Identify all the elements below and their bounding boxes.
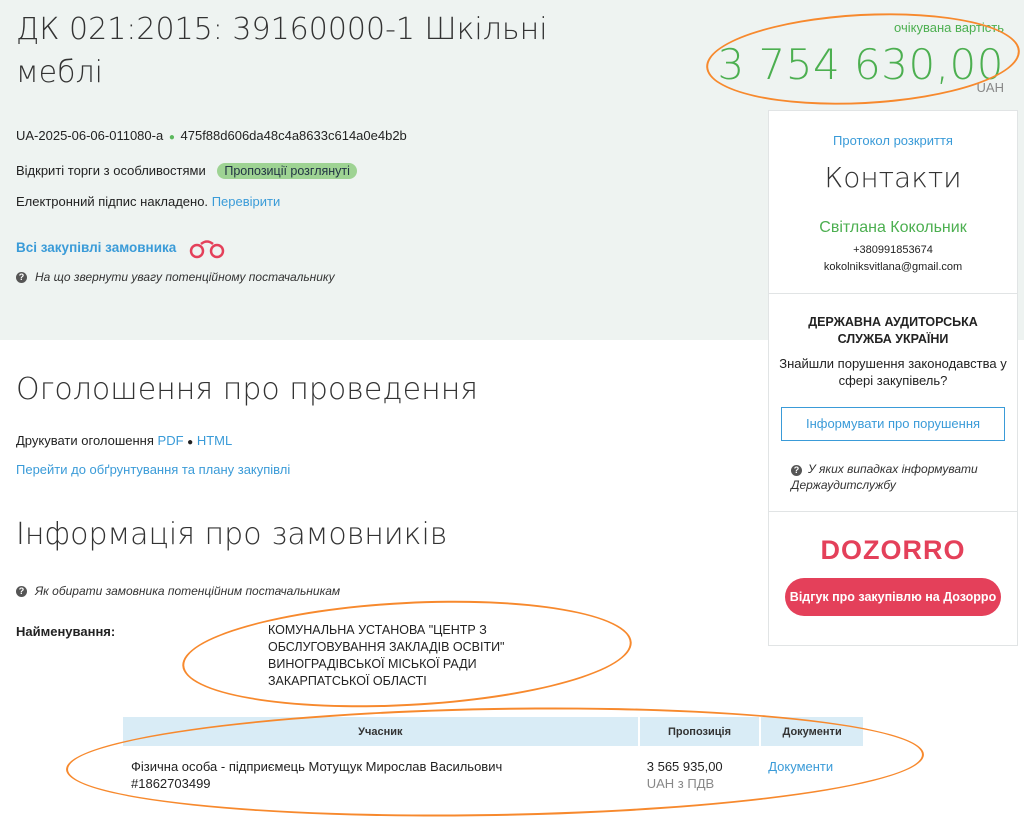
status-badge: Пропозиції розглянуті — [217, 163, 357, 179]
page-title: ДК 021:2015: 39160000-1 Шкільні меблі — [16, 12, 548, 90]
customers-title: Інформація про замовників — [16, 517, 448, 552]
expected-value-label: очікувана вартість — [894, 20, 1004, 35]
print-label: Друкувати оголошення — [16, 433, 154, 448]
question-icon: ? — [16, 272, 27, 283]
print-html-link[interactable]: HTML — [197, 433, 232, 448]
report-violation-button[interactable]: Інформувати про порушення — [781, 407, 1005, 441]
supplier-hint-text: На що звернути увагу потенційному постач… — [35, 270, 335, 284]
bid-amount: 3 565 935,00 — [646, 759, 723, 774]
protocol-link-wrap: Протокол розкриття — [769, 133, 1017, 148]
amount-cell: 3 565 935,00 UAH з ПДВ — [639, 746, 760, 792]
all-purchases-row: Всі закупівлі замовника — [16, 240, 176, 255]
dasu-question: Знайшли порушення законодавства у сфері … — [769, 355, 1017, 389]
contact-email: kokolniksvitlana@gmail.com — [823, 261, 963, 273]
tender-id: UA-2025-06-06-011080-a — [16, 128, 164, 143]
column-header: Документи — [760, 717, 863, 746]
table-row: Фізична особа - підприємець Мотущук Миро… — [123, 746, 863, 792]
tender-id-row: UA-2025-06-06-011080-a ● 475f88d606da48c… — [16, 128, 407, 143]
dot-icon: ● — [168, 132, 175, 143]
plan-link[interactable]: Перейти до обґрунтування та плану закупі… — [16, 462, 290, 477]
divider — [769, 293, 1017, 294]
bid-vat: UAH з ПДВ — [646, 776, 715, 791]
report-hint[interactable]: ? У яких випадках інформувати Держаудитсл… — [791, 461, 1001, 493]
column-header: Пропозиція — [638, 717, 762, 746]
expected-value-amount: 3 754 630,00 — [717, 40, 1004, 89]
print-row: Друкувати оголошення PDF ● HTML — [16, 433, 232, 448]
dasu-question-text: Знайшли порушення законодавства у сфері … — [779, 356, 1007, 388]
sidebar: Протокол розкриття Контакти Світлана Кок… — [768, 110, 1018, 646]
documents-cell: Документи — [760, 746, 863, 792]
announcement-title: Оголошення про проведення — [16, 372, 479, 407]
dozorro-feedback-button[interactable]: Відгук про закупівлю на Дозорро — [785, 578, 1001, 616]
dozorro-logo: DOZORRO — [820, 535, 966, 565]
plan-row: Перейти до обґрунтування та плану закупі… — [16, 462, 290, 477]
protocol-link[interactable]: Протокол розкриття — [833, 133, 953, 148]
expected-value-currency: UAH — [976, 80, 1004, 95]
supplier-hint[interactable]: ? На що звернути увагу потенційному поста… — [16, 270, 335, 284]
all-purchases-link[interactable]: Всі закупівлі замовника — [16, 240, 176, 255]
dot-icon: ● — [187, 437, 194, 448]
customer-hint[interactable]: ? Як обирати замовника потенційним постач… — [16, 584, 340, 598]
dasu-title: ДЕРЖАВНА АУДИТОРСЬКА СЛУЖБА УКРАЇНИ — [769, 314, 1017, 348]
tender-hash: 475f88d606da48c4a8633c614a0e4b2b — [180, 128, 407, 143]
signature-row: Електронний підпис накладено. Перевірити — [16, 194, 280, 209]
procedure-type: Відкриті торги з особливостями — [16, 163, 206, 178]
participant-cell: Фізична особа - підприємець Мотущук Миро… — [131, 759, 503, 791]
print-pdf-link[interactable]: PDF — [158, 433, 184, 448]
contacts-title: Контакти — [824, 161, 962, 194]
customer-hint-text: Як обирати замовника потенційним постача… — [35, 584, 341, 598]
documents-link[interactable]: Документи — [768, 759, 833, 774]
question-icon: ? — [791, 465, 802, 476]
contact-name: Світлана Кокольник — [819, 219, 967, 236]
contact-phone: +380991853674 — [853, 244, 933, 256]
customer-name-label: Найменування: — [16, 624, 116, 639]
binoculars-icon[interactable] — [186, 239, 228, 259]
signature-text: Електронний підпис накладено. — [16, 194, 209, 209]
question-icon: ? — [16, 586, 27, 597]
report-hint-text: У яких випадках інформувати Держаудитслу… — [791, 462, 978, 492]
bids-table: Учасник Пропозиція Документи Фізична осо… — [123, 717, 863, 792]
table-header-row: Учасник Пропозиція Документи — [123, 717, 863, 746]
verify-signature-link[interactable]: Перевірити — [212, 194, 281, 209]
procedure-row: Відкриті торги з особливостями Пропозиці… — [16, 163, 357, 179]
divider — [769, 511, 1017, 512]
customer-name-value: КОМУНАЛЬНА УСТАНОВА "ЦЕНТР З ОБСЛУГОВУВА… — [268, 623, 505, 688]
dasu-title-text: ДЕРЖАВНА АУДИТОРСЬКА СЛУЖБА УКРАЇНИ — [808, 315, 978, 346]
column-header: Учасник — [123, 717, 640, 746]
